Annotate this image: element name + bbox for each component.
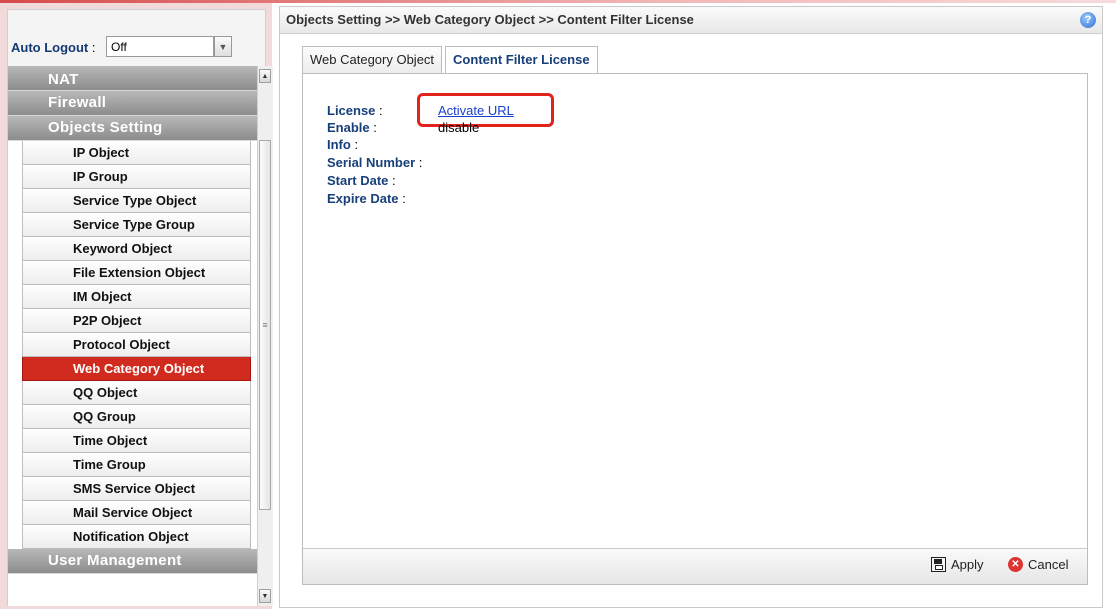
main-content: Objects Setting >> Web Category Object >… [279,6,1103,608]
sidebar-item-im-object[interactable]: IM Object [22,285,251,309]
sidebar-scrollbar[interactable]: ▲ ≡ ▼ [257,66,273,606]
sidebar-item-ip-group[interactable]: IP Group [22,165,251,189]
sidebar-item-keyword-object[interactable]: Keyword Object [22,237,251,261]
cancel-icon: ✕ [1008,557,1023,572]
save-icon [931,557,946,572]
scroll-up-icon[interactable]: ▲ [259,69,271,83]
auto-logout-select[interactable]: Off [106,36,214,57]
info-label: Info : [327,137,359,152]
tab-bar: Web Category Object Content Filter Licen… [302,46,601,74]
apply-button[interactable]: Apply [931,557,984,572]
apply-label: Apply [951,557,984,572]
cancel-label: Cancel [1028,557,1069,572]
help-icon[interactable]: ? [1080,12,1096,28]
sidebar-item-service-type-object[interactable]: Service Type Object [22,189,251,213]
sidebar-item-service-type-group[interactable]: Service Type Group [22,213,251,237]
sidebar-header [7,9,266,34]
scrollbar-thumb[interactable]: ≡ [259,140,271,510]
sidebar-item-time-object[interactable]: Time Object [22,429,251,453]
sidebar-category-objects-setting[interactable]: Objects Setting [8,116,258,141]
sidebar-menu: NAT Firewall Objects Setting IP Object I… [7,66,258,606]
sidebar-category-user-management[interactable]: User Management [8,549,258,574]
license-panel: License : Activate URL Enable : disable … [302,73,1088,585]
action-bar: Apply ✕ Cancel [303,548,1087,584]
tab-content-filter-license[interactable]: Content Filter License [445,46,598,74]
sidebar-item-ip-object[interactable]: IP Object [22,141,251,165]
tab-web-category-object[interactable]: Web Category Object [302,46,443,73]
sidebar-category-firewall[interactable]: Firewall [8,91,258,116]
serial-number-label: Serial Number : [327,155,423,170]
auto-logout-label: Auto Logout : [11,40,96,55]
cancel-button[interactable]: ✕ Cancel [1008,557,1068,572]
enable-value: disable [438,120,480,135]
sidebar-item-mail-service-object[interactable]: Mail Service Object [22,501,251,525]
sidebar-item-notification-object[interactable]: Notification Object [22,525,251,549]
sidebar-item-file-extension-object[interactable]: File Extension Object [22,261,251,285]
sidebar-item-qq-object[interactable]: QQ Object [22,381,251,405]
breadcrumb-bar: Objects Setting >> Web Category Object >… [280,7,1102,34]
sidebar-item-qq-group[interactable]: QQ Group [22,405,251,429]
sidebar-item-web-category-object[interactable]: Web Category Object [22,357,251,381]
scroll-down-icon[interactable]: ▼ [259,589,271,603]
sidebar-item-time-group[interactable]: Time Group [22,453,251,477]
sidebar: Auto Logout : Off ▼ NAT Firewall Objects… [0,3,273,609]
sidebar-category-nat[interactable]: NAT [8,66,258,91]
license-label: License : [327,103,383,118]
enable-label: Enable : [327,120,377,135]
auto-logout-row: Auto Logout : Off ▼ [7,33,266,66]
start-date-label: Start Date : [327,173,396,188]
sidebar-item-protocol-object[interactable]: Protocol Object [22,333,251,357]
sidebar-item-p2p-object[interactable]: P2P Object [22,309,251,333]
expire-date-label: Expire Date : [327,191,406,206]
chevron-down-icon[interactable]: ▼ [214,36,232,57]
sidebar-item-sms-service-object[interactable]: SMS Service Object [22,477,251,501]
breadcrumb: Objects Setting >> Web Category Object >… [286,12,694,27]
